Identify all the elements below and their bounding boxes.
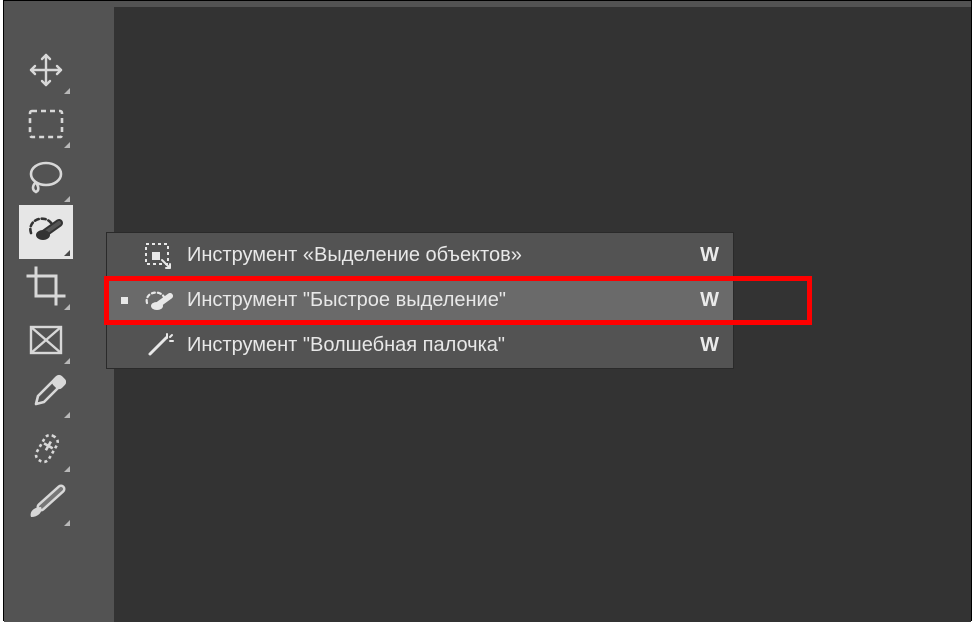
quick-selection-tool[interactable] — [19, 205, 73, 259]
move-tool[interactable] — [19, 43, 73, 97]
lasso-tool[interactable] — [19, 151, 73, 205]
flyout-item-quick-selection[interactable]: Инструмент "Быстрое выделение" W — [107, 278, 733, 323]
eyedropper-icon — [26, 374, 66, 414]
flyout-item-object-selection[interactable]: Инструмент «Выделение объектов» W — [107, 233, 733, 278]
move-icon — [27, 51, 65, 89]
flyout-item-shortcut: W — [680, 289, 719, 312]
flyout-item-label: Инструмент "Быстрое выделение" — [187, 289, 670, 312]
flyout-item-shortcut: W — [680, 244, 719, 267]
frame-icon — [28, 324, 64, 356]
healing-brush-icon — [26, 428, 66, 468]
flyout-item-label: Инструмент "Волшебная палочка" — [187, 334, 670, 357]
crop-icon — [26, 266, 66, 306]
quick-selection-icon — [25, 213, 67, 251]
tools-panel — [16, 7, 76, 622]
brush-tool[interactable] — [19, 475, 73, 529]
crop-tool[interactable] — [19, 259, 73, 313]
object-selection-icon — [141, 242, 177, 270]
eyedropper-tool[interactable] — [19, 367, 73, 421]
flyout-item-label: Инструмент «Выделение объектов» — [187, 244, 670, 267]
tool-flyout-menu: Инструмент «Выделение объектов» W Инстру… — [106, 232, 734, 369]
flyout-item-shortcut: W — [680, 334, 719, 357]
frame-tool[interactable] — [19, 313, 73, 367]
marquee-icon — [28, 109, 64, 139]
active-marker — [117, 297, 131, 304]
lasso-icon — [26, 160, 66, 196]
brush-icon — [25, 483, 67, 521]
healing-brush-tool[interactable] — [19, 421, 73, 475]
flyout-item-magic-wand[interactable]: Инструмент "Волшебная палочка" W — [107, 323, 733, 368]
quick-selection-icon — [141, 287, 177, 315]
marquee-tool[interactable] — [19, 97, 73, 151]
magic-wand-icon — [141, 332, 177, 360]
app-window: Инструмент «Выделение объектов» W Инстру… — [4, 1, 971, 622]
